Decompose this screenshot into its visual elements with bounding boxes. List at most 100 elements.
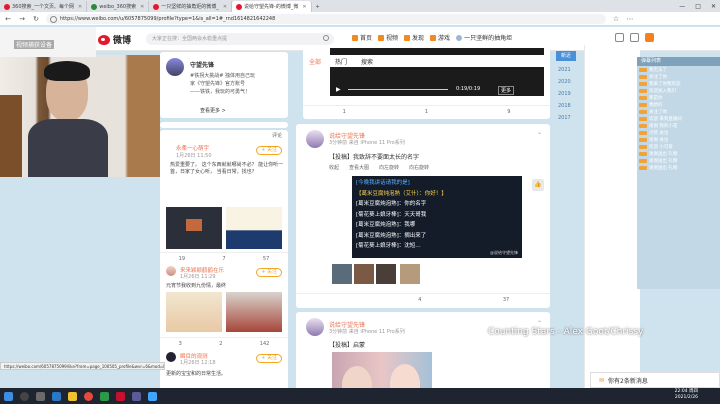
minimize-button[interactable]: —	[679, 3, 685, 10]
app-icon[interactable]	[100, 391, 109, 401]
more-button[interactable]: 更多	[498, 86, 515, 95]
tab-all[interactable]: 全部	[309, 57, 321, 66]
danmaku-line: 关注了你	[637, 108, 720, 115]
like-count[interactable]: 142	[260, 341, 270, 347]
share-count[interactable]: 1	[343, 109, 346, 115]
chevron-down-icon[interactable]: ⌄	[537, 317, 542, 324]
year-item[interactable]: 2020	[558, 79, 571, 85]
search-icon[interactable]	[20, 391, 29, 401]
close-window-button[interactable]: ✕	[711, 3, 716, 10]
collapse-link[interactable]: 收起	[329, 164, 339, 171]
maximize-button[interactable]: □	[695, 3, 701, 10]
progress-track[interactable]	[348, 89, 448, 90]
close-icon[interactable]: ✕	[140, 4, 144, 10]
post-card: 说给守望先锋 3分钟前 来自 iPhone 11 Pro系列 ⌄ 【投稿】我致辞…	[296, 124, 550, 308]
thumbnail[interactable]	[354, 264, 374, 284]
browser-tab[interactable]: weibo_360搜索 ✕	[87, 1, 150, 12]
folder-icon[interactable]	[68, 391, 77, 401]
notification-toast[interactable]: ✉ 你有2条新消息	[590, 372, 720, 388]
browser-tab-active[interactable]: 说给守望先锋-的微博_微 ✕	[232, 1, 312, 12]
avatar[interactable]	[166, 58, 184, 76]
play-icon[interactable]: ▶	[336, 86, 342, 93]
feed-header[interactable]: 评论	[272, 132, 282, 139]
comment-count[interactable]: 7	[222, 256, 225, 262]
forward-icon[interactable]: →	[18, 15, 26, 23]
year-item[interactable]: 2017	[558, 115, 571, 121]
thumbnail[interactable]	[332, 264, 352, 284]
app-icon[interactable]	[116, 391, 125, 401]
star-icon[interactable]: ☆	[612, 15, 620, 23]
feed-author[interactable]: 永柔一心萌宇	[176, 144, 209, 152]
tab-hot[interactable]: 热门	[335, 57, 347, 66]
avatar[interactable]	[166, 266, 176, 276]
view-large-link[interactable]: 查看大图	[349, 164, 369, 171]
thumbnail[interactable]	[376, 264, 396, 284]
share-count[interactable]: 3	[179, 341, 182, 347]
avatar[interactable]	[166, 352, 176, 362]
browser-tab[interactable]: 一只坚鲜的抽角炬的微博_ ✕	[149, 1, 233, 12]
nav-discover[interactable]: 发现	[404, 33, 424, 42]
year-item-current[interactable]: 新近	[556, 51, 576, 61]
nav-user[interactable]: 一只坚鲜的抽角炬	[456, 33, 512, 42]
thumbnail[interactable]	[400, 264, 420, 284]
weibo-logo[interactable]: 微博	[98, 33, 131, 46]
comment-count[interactable]: 2	[219, 341, 222, 347]
system-clock[interactable]: 22:04 周四 2021/2/26	[675, 389, 698, 401]
compose-icon[interactable]	[645, 33, 654, 42]
edge-icon[interactable]	[52, 391, 61, 401]
year-item[interactable]: 2018	[558, 103, 571, 109]
year-item[interactable]: 2019	[558, 91, 571, 97]
tab-search[interactable]: 搜索	[361, 57, 373, 66]
danmaku-line: 欢迎加入我们	[637, 87, 720, 94]
thumbs-up-icon[interactable]: 👍	[532, 179, 544, 191]
settings-icon[interactable]	[630, 33, 639, 42]
close-icon[interactable]: ✕	[223, 4, 227, 10]
webcam-object	[0, 95, 22, 177]
menu-icon[interactable]: ⋯	[626, 15, 634, 23]
url-input[interactable]: https://www.weibo.com/u/6057875099/profi…	[46, 13, 606, 24]
comment-count[interactable]: 1	[425, 109, 428, 115]
danmaku-text: 欢迎 小可爱	[649, 144, 673, 150]
back-icon[interactable]: ←	[4, 15, 12, 23]
nav-home[interactable]: 首页	[352, 33, 372, 42]
rotate-left-link[interactable]: 向左旋转	[379, 164, 399, 171]
chevron-down-icon[interactable]: ⌄	[537, 129, 542, 136]
search-input[interactable]: 大家正在搜：全国两会水稳重点提	[146, 33, 334, 45]
year-item[interactable]: 2021	[558, 67, 571, 73]
follow-button[interactable]: + 关注	[256, 268, 282, 277]
avatar[interactable]	[306, 318, 324, 336]
feed-image[interactable]	[166, 292, 222, 332]
close-icon[interactable]: ✕	[302, 4, 306, 10]
share-count[interactable]: 19	[179, 256, 185, 262]
windows-start-icon[interactable]	[4, 391, 13, 401]
app-icon[interactable]	[132, 391, 141, 401]
task-view-icon[interactable]	[36, 391, 45, 401]
rotate-right-link[interactable]: 向右旋转	[409, 164, 429, 171]
like-count[interactable]: 9	[507, 109, 510, 115]
app-icon[interactable]	[148, 391, 157, 401]
nav-game[interactable]: 游戏	[430, 33, 450, 42]
feed-image[interactable]	[226, 292, 282, 332]
search-icon[interactable]	[323, 35, 329, 41]
danmaku-text: 欢迎加入我们	[649, 88, 676, 94]
message-icon[interactable]	[615, 33, 624, 42]
reload-icon[interactable]: ↻	[32, 15, 40, 23]
left-feed: 评论 永柔一心萌宇 1月26日 11:50 + 关注 热爱重要了。 这个东西就就…	[160, 130, 288, 390]
feed-image[interactable]	[226, 207, 282, 249]
chat-screenshot-image[interactable]: [今晚我讲话请我的是] 【葛米豆腐炖泡熟（艾什）：你好！】 [葛米豆腐炖泡熟]：…	[352, 176, 522, 258]
follow-button[interactable]: + 关注	[256, 354, 282, 363]
more-link[interactable]: 查看更多 >	[200, 107, 226, 114]
browser-tab[interactable]: 360搜索_一个文页、每个网 ✕	[0, 1, 88, 12]
nav-video[interactable]: 视频	[378, 33, 398, 42]
app-icon[interactable]	[84, 391, 93, 401]
close-icon[interactable]: ✕	[78, 4, 82, 10]
comment-count[interactable]: 4	[418, 297, 421, 303]
like-count[interactable]: 37	[503, 297, 509, 303]
profile-name[interactable]: 守望先锋	[190, 60, 214, 69]
avatar[interactable]	[306, 130, 324, 148]
feed-image[interactable]	[166, 207, 222, 249]
follow-button[interactable]: + 关注	[256, 146, 282, 155]
feed-text: 热爱重要了。 这个东西就就哪尚不必？ 能让你听一首，日家了女心听， 当看日常，找…	[170, 162, 284, 175]
new-tab-button[interactable]: +	[312, 1, 324, 12]
like-count[interactable]: 57	[263, 256, 269, 262]
